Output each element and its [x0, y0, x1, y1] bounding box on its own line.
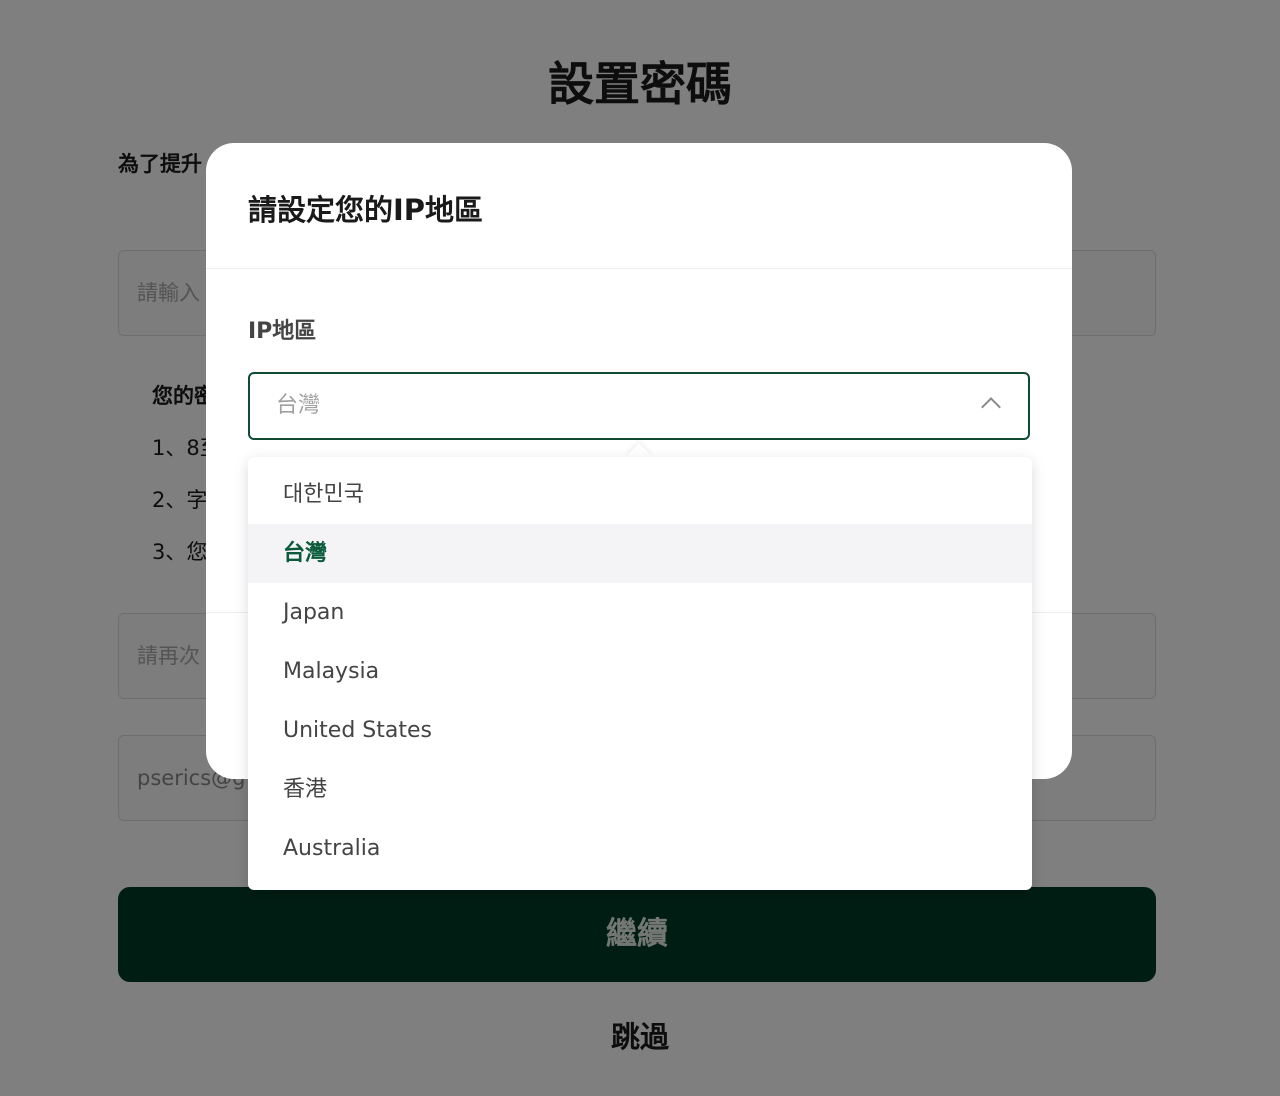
- option-malaysia[interactable]: Malaysia: [248, 642, 1032, 701]
- ip-region-label: IP地區: [248, 319, 317, 344]
- option-australia[interactable]: Australia: [248, 819, 1032, 878]
- modal-title: 請設定您的IP地區: [248, 193, 484, 227]
- option-taiwan[interactable]: 台灣: [248, 524, 1032, 583]
- ip-region-select[interactable]: 台灣: [248, 372, 1030, 440]
- modal-header: 請設定您的IP地區: [206, 143, 1072, 269]
- select-value: 台灣: [276, 393, 321, 418]
- option-hong-kong[interactable]: 香港: [248, 760, 1032, 819]
- chevron-up-icon: [981, 397, 1001, 417]
- option-japan[interactable]: Japan: [248, 583, 1032, 642]
- option-korea[interactable]: 대한민국: [248, 465, 1032, 524]
- region-dropdown: 대한민국 台灣 Japan Malaysia United States 香港 …: [248, 457, 1032, 890]
- option-united-states[interactable]: United States: [248, 701, 1032, 760]
